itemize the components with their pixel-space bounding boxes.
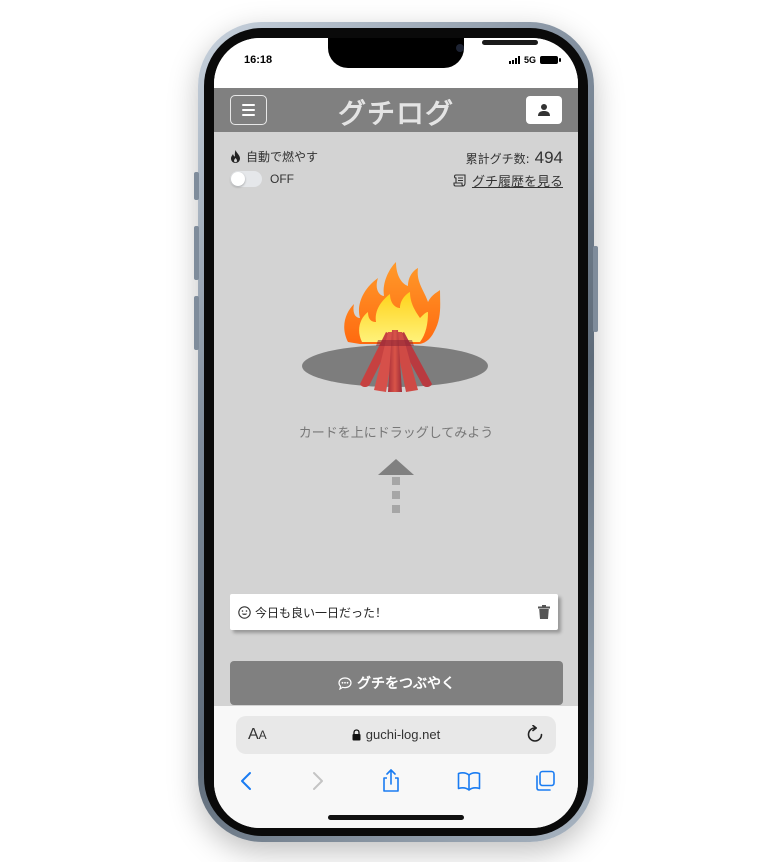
- status-bar: 16:18 5G: [214, 38, 578, 88]
- app-header: グチログ: [214, 88, 578, 132]
- campfire-illustration: [302, 262, 488, 392]
- camera-dot: [456, 44, 464, 52]
- post-grumble-label: グチをつぶやく: [357, 676, 455, 692]
- user-icon: [538, 104, 550, 116]
- total-count-label: 累計グチ数:: [465, 152, 530, 166]
- browser-bottom-bar: AA guchi-log.net: [214, 706, 578, 828]
- volume-up-button: [194, 226, 199, 280]
- battery-icon: [540, 56, 561, 64]
- auto-burn-state: OFF: [270, 172, 294, 186]
- app-title: グチログ: [337, 97, 454, 130]
- silent-switch: [194, 172, 199, 200]
- book-icon: [457, 772, 481, 791]
- card-text: 今日も良い一日だった！: [255, 605, 388, 620]
- share-icon: [383, 769, 399, 792]
- history-link[interactable]: グチ履歴を見る: [453, 171, 563, 190]
- log-back: [376, 340, 414, 346]
- back-button[interactable]: [231, 766, 261, 796]
- power-button: [593, 246, 598, 332]
- signal-icon: [508, 56, 520, 64]
- auto-burn-section: 自動で燃やす OFF: [230, 148, 318, 187]
- phone-screen: 16:18 5G グチログ 自動で燃やす OFF 累計グチ数: 494 グチ履歴…: [214, 38, 578, 828]
- network-label: 5G: [523, 55, 536, 65]
- post-grumble-button[interactable]: グチをつぶやく: [230, 661, 563, 705]
- notch: [328, 38, 538, 68]
- flame-icon: [231, 150, 240, 163]
- history-link-label: グチ履歴を見る: [471, 175, 563, 190]
- trash-icon[interactable]: [538, 605, 550, 619]
- up-arrow-icon: [378, 459, 414, 513]
- tabs-icon: [536, 770, 555, 791]
- address-bar[interactable]: AA guchi-log.net: [236, 716, 556, 754]
- drag-hint: カードを上にドラッグしてみよう: [298, 426, 494, 441]
- lock-icon: [352, 728, 361, 740]
- home-indicator: [328, 815, 464, 820]
- url-display: guchi-log.net: [236, 727, 556, 742]
- auto-burn-label: 自動で燃やす: [246, 150, 319, 164]
- share-button[interactable]: [376, 766, 406, 796]
- status-indicators: 5G: [508, 55, 561, 65]
- status-time: 16:18: [244, 54, 273, 66]
- grumble-card[interactable]: 今日も良い一日だった！: [230, 594, 558, 630]
- reload-button[interactable]: [526, 724, 544, 748]
- bookmarks-button[interactable]: [454, 766, 484, 796]
- smile-icon: [238, 605, 251, 619]
- reload-icon: [527, 724, 543, 742]
- stats-section: 累計グチ数: 494 グチ履歴を見る: [453, 148, 563, 190]
- browser-toolbar: [214, 766, 578, 796]
- chevron-right-icon: [313, 772, 323, 790]
- user-button[interactable]: [526, 96, 562, 124]
- screenshot-stage: 16:18 5G グチログ 自動で燃やす OFF 累計グチ数: 494 グチ履歴…: [0, 0, 782, 862]
- auto-burn-toggle[interactable]: [230, 171, 262, 187]
- chevron-left-icon: [241, 772, 251, 790]
- url-text: guchi-log.net: [365, 727, 441, 742]
- chat-bubble-icon: [338, 676, 352, 690]
- total-count: 累計グチ数: 494: [453, 148, 563, 168]
- toggle-knob: [231, 172, 245, 186]
- scroll-icon: [453, 174, 466, 187]
- tabs-button[interactable]: [530, 766, 560, 796]
- volume-down-button: [194, 296, 199, 350]
- forward-button[interactable]: [303, 766, 333, 796]
- speaker-grille: [482, 40, 538, 45]
- total-count-value: 494: [534, 148, 563, 167]
- main-content: 自動で燃やす OFF 累計グチ数: 494 グチ履歴を見る カードを上にドラッグ…: [214, 132, 578, 706]
